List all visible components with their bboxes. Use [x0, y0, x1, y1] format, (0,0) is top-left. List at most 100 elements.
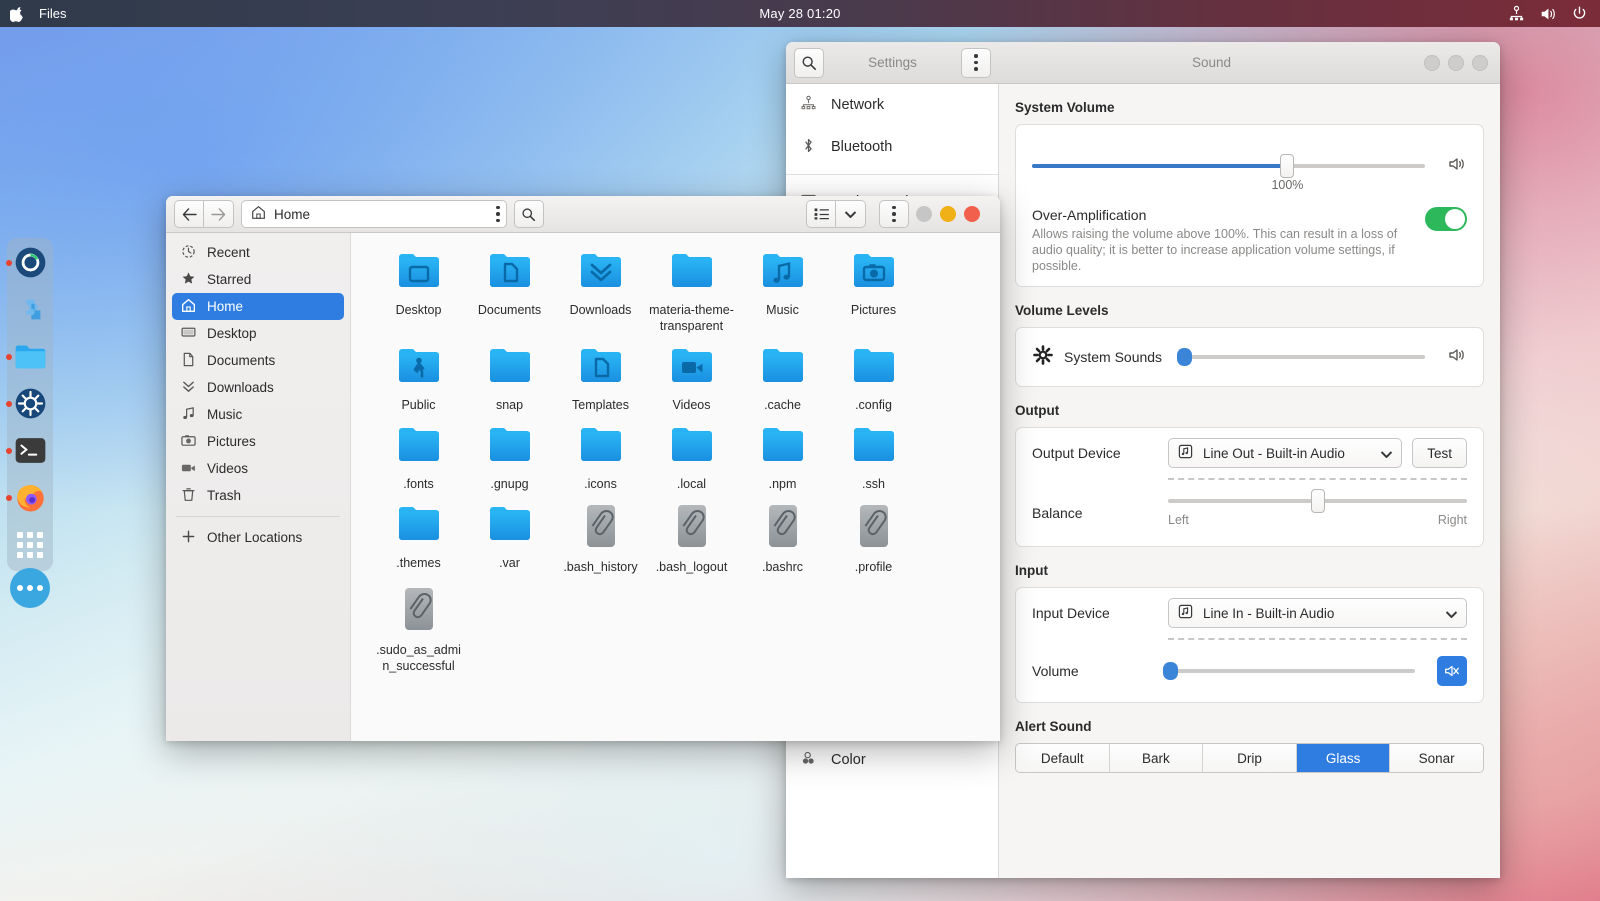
- folder-item[interactable]: snap: [464, 342, 555, 421]
- alert-option-glass[interactable]: Glass: [1297, 744, 1391, 772]
- sidebar-divider: [786, 174, 998, 175]
- slider-knob[interactable]: [1280, 154, 1294, 178]
- dock-item-software-updater[interactable]: [14, 246, 47, 279]
- file-item[interactable]: .sudo_as_admin_successful: [373, 583, 464, 682]
- system-volume-slider[interactable]: 100%: [1032, 164, 1425, 168]
- settings-page-title: Sound: [999, 55, 1424, 70]
- output-device-select[interactable]: Line Out - Built-in Audio: [1168, 438, 1402, 468]
- maximize-button[interactable]: [1448, 55, 1464, 71]
- dock-item-files[interactable]: [14, 340, 47, 373]
- alert-option-drip[interactable]: Drip: [1203, 744, 1297, 772]
- folder-icon: [578, 425, 624, 469]
- item-label: Public: [401, 397, 435, 413]
- balance-slider[interactable]: [1168, 499, 1467, 503]
- dock-item-firefox[interactable]: [14, 481, 47, 514]
- settings-item-color[interactable]: Color: [786, 739, 998, 781]
- settings-item-bluetooth[interactable]: Bluetooth: [786, 126, 998, 168]
- back-button[interactable]: [174, 200, 204, 228]
- folder-item[interactable]: Music: [737, 247, 828, 342]
- close-button[interactable]: [964, 206, 980, 222]
- folder-item[interactable]: .config: [828, 342, 919, 421]
- folder-item[interactable]: Desktop: [373, 247, 464, 342]
- minimize-button[interactable]: [1424, 55, 1440, 71]
- folder-item[interactable]: .gnupg: [464, 421, 555, 500]
- files-menu-button[interactable]: [879, 200, 909, 228]
- sidebar-item-other-locations[interactable]: Other Locations: [172, 524, 344, 551]
- input-card: Input Device Line In - Built-in Audio Vo…: [1015, 587, 1484, 703]
- over-amplification-toggle[interactable]: [1425, 207, 1467, 231]
- dock-item-show-applications[interactable]: [14, 528, 47, 561]
- volume-icon[interactable]: [1447, 345, 1467, 370]
- folder-item[interactable]: Downloads: [555, 247, 646, 342]
- minimize-button[interactable]: [916, 206, 932, 222]
- slider-knob[interactable]: [1311, 489, 1325, 513]
- sidebar-item-trash[interactable]: Trash: [172, 482, 344, 509]
- folder-item[interactable]: .var: [464, 500, 555, 583]
- folder-item[interactable]: Pictures: [828, 247, 919, 342]
- alert-option-bark[interactable]: Bark: [1110, 744, 1204, 772]
- network-icon[interactable]: [1508, 5, 1525, 22]
- settings-item-network[interactable]: Network: [786, 84, 998, 126]
- settings-item-label: Network: [831, 97, 884, 113]
- item-label: Downloads: [570, 302, 632, 318]
- close-button[interactable]: [1472, 55, 1488, 71]
- folder-item[interactable]: .local: [646, 421, 737, 500]
- settings-search-button[interactable]: [794, 48, 824, 78]
- folder-item[interactable]: Documents: [464, 247, 555, 342]
- sidebar-item-label: Other Locations: [207, 530, 302, 545]
- list-view-button[interactable]: [806, 200, 836, 228]
- test-button[interactable]: Test: [1412, 438, 1467, 468]
- folder-item[interactable]: .icons: [555, 421, 646, 500]
- settings-menu-button[interactable]: [961, 48, 991, 78]
- folder-item[interactable]: Videos: [646, 342, 737, 421]
- slider-knob[interactable]: [1177, 348, 1192, 366]
- folder-item[interactable]: Public: [373, 342, 464, 421]
- system-sounds-slider[interactable]: [1182, 355, 1425, 359]
- path-menu-icon[interactable]: [496, 206, 500, 223]
- alert-option-sonar[interactable]: Sonar: [1390, 744, 1483, 772]
- sidebar-item-videos[interactable]: Videos: [172, 455, 344, 482]
- folder-item[interactable]: Templates: [555, 342, 646, 421]
- sidebar-item-pictures[interactable]: Pictures: [172, 428, 344, 455]
- top-menu-bar: Files May 28 01:20: [0, 0, 1600, 27]
- sidebar-item-documents[interactable]: Documents: [172, 347, 344, 374]
- folder-item[interactable]: .ssh: [828, 421, 919, 500]
- dock-item-extensions[interactable]: [14, 293, 47, 326]
- sidebar-item-downloads[interactable]: Downloads: [172, 374, 344, 401]
- dock-item-settings[interactable]: [14, 387, 47, 420]
- view-options-dropdown[interactable]: [836, 200, 866, 228]
- file-item[interactable]: .bash_history: [555, 500, 646, 583]
- slider-knob[interactable]: [1163, 662, 1178, 680]
- folder-item[interactable]: .fonts: [373, 421, 464, 500]
- maximize-button[interactable]: [940, 206, 956, 222]
- item-label: Templates: [572, 397, 629, 413]
- sidebar-item-home[interactable]: Home: [172, 293, 344, 320]
- file-item[interactable]: .profile: [828, 500, 919, 583]
- dock-item-terminal[interactable]: [14, 434, 47, 467]
- input-mute-button[interactable]: [1437, 656, 1467, 686]
- path-bar[interactable]: Home: [241, 200, 507, 228]
- sidebar-item-music[interactable]: Music: [172, 401, 344, 428]
- sidebar-item-desktop[interactable]: Desktop: [172, 320, 344, 347]
- folder-item[interactable]: .npm: [737, 421, 828, 500]
- chevron-down-icon: [1381, 446, 1392, 461]
- sidebar-item-label: Documents: [207, 353, 275, 368]
- forward-button[interactable]: [204, 200, 234, 228]
- sidebar-item-starred[interactable]: Starred: [172, 266, 344, 293]
- folder-item[interactable]: materia-theme-transparent: [646, 247, 737, 342]
- folder-item[interactable]: .cache: [737, 342, 828, 421]
- folder-item[interactable]: .themes: [373, 500, 464, 583]
- power-icon[interactable]: [1571, 5, 1588, 22]
- input-volume-slider[interactable]: [1168, 669, 1415, 673]
- input-device-select[interactable]: Line In - Built-in Audio: [1168, 598, 1467, 628]
- volume-icon[interactable]: [1447, 154, 1467, 179]
- file-item[interactable]: .bash_logout: [646, 500, 737, 583]
- sidebar-item-recent[interactable]: Recent: [172, 239, 344, 266]
- volume-icon[interactable]: [1539, 5, 1557, 23]
- alert-option-default[interactable]: Default: [1016, 744, 1110, 772]
- file-item[interactable]: .bashrc: [737, 500, 828, 583]
- clock[interactable]: May 28 01:20: [0, 6, 1600, 21]
- gear-icon: [1032, 344, 1054, 371]
- files-search-button[interactable]: [514, 200, 544, 228]
- dock-overflow-button[interactable]: [7, 568, 53, 608]
